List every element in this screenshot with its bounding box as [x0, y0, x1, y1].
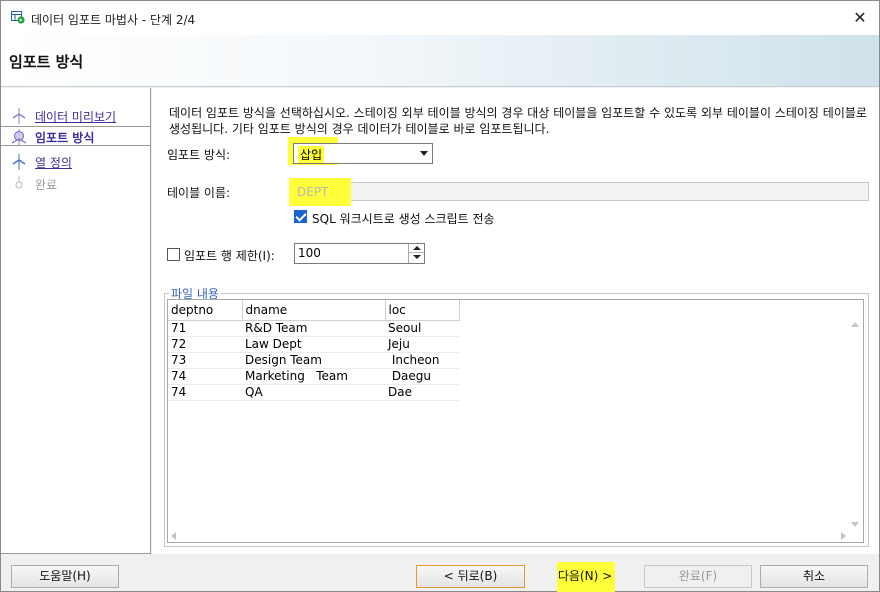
step-import-method[interactable]: 임포트 방식	[1, 126, 150, 146]
steps-panel: 데이터 미리보기 임포트 방식 열 정의 완료	[1, 88, 151, 554]
stepper-up-icon[interactable]	[409, 244, 424, 253]
table-cell: Seoul	[385, 320, 459, 337]
scroll-down-icon[interactable]	[851, 522, 859, 527]
stepper-buttons	[408, 244, 424, 263]
step-finish: 완료	[1, 174, 150, 194]
vertical-scrollbar[interactable]	[847, 300, 863, 532]
step-current-icon	[11, 129, 27, 145]
chevron-down-icon	[420, 151, 428, 156]
row-limit-stepper[interactable]: 100	[294, 243, 425, 264]
help-button[interactable]: 도움말(H)	[11, 565, 119, 588]
send-script-label[interactable]: SQL 워크시트로 생성 스크립트 전송	[312, 210, 495, 227]
table-row: 72 Law Dept Jeju	[168, 336, 459, 353]
description-text: 데이터 임포트 방식을 선택하십시오. 스테이징 외부 테이블 방식의 경우 대…	[169, 106, 867, 136]
table-name-field[interactable]: DEPT	[289, 178, 869, 206]
import-method-select[interactable]: 삽입	[293, 143, 433, 164]
column-header[interactable]: loc	[385, 300, 460, 321]
app-icon	[11, 11, 25, 24]
row-limit-label[interactable]: 임포트 행 제한(I):	[184, 247, 275, 264]
step-label: 완료	[35, 178, 58, 192]
column-header[interactable]: dname	[242, 300, 386, 321]
import-method-label: 임포트 방식:	[167, 148, 231, 162]
next-button[interactable]: 다음(N) >	[531, 565, 639, 588]
table-name-label: 테이블 이름:	[167, 186, 231, 200]
step-done-icon	[12, 108, 26, 124]
table-cell: Jeju	[385, 336, 459, 353]
table-name-value: DEPT	[297, 185, 329, 199]
title-bar: 데이터 임포트 마법사 - 단계 2/4 ✕	[1, 1, 879, 35]
table-cell: Marketing Team	[242, 368, 385, 385]
table-cell: Daegu	[385, 368, 459, 385]
cancel-button[interactable]: 취소	[760, 565, 868, 588]
table-cell: Dae	[385, 384, 459, 401]
table-header-row: deptno dname loc	[168, 300, 460, 321]
page-header: 임포트 방식	[1, 35, 879, 87]
back-button[interactable]: < 뒤로(B)	[416, 565, 525, 588]
table-row: 74 Marketing Team Daegu	[168, 368, 459, 385]
step-label[interactable]: 임포트 방식	[35, 129, 94, 146]
table-cell: Law Dept	[242, 336, 385, 353]
table-cell: 74	[168, 368, 242, 385]
page-title: 임포트 방식	[9, 53, 84, 71]
table-row: 71 R&D Team Seoul	[168, 320, 459, 337]
stepper-down-icon[interactable]	[409, 253, 424, 262]
table-cell: QA	[242, 384, 385, 401]
horizontal-scrollbar[interactable]	[168, 530, 848, 542]
table-row: 73 Design Team Incheon	[168, 352, 459, 369]
import-method-value: 삽입	[298, 146, 325, 163]
file-contents-group: 파일 내용 deptno dname loc 71 R&D Team Seoul…	[164, 285, 869, 547]
step-label[interactable]: 데이터 미리보기	[35, 108, 116, 125]
send-script-checkbox[interactable]	[294, 210, 307, 223]
step-column-definition[interactable]: 열 정의	[1, 152, 150, 172]
table-cell: Incheon	[385, 352, 459, 369]
step-label[interactable]: 열 정의	[35, 154, 72, 171]
window-title: 데이터 임포트 마법사 - 단계 2/4	[31, 13, 196, 27]
step-data-preview[interactable]: 데이터 미리보기	[1, 106, 150, 126]
table-cell: 72	[168, 336, 242, 353]
scroll-left-icon[interactable]	[171, 532, 176, 540]
file-contents-table: deptno dname loc 71 R&D Team Seoul 72 La…	[168, 300, 460, 401]
row-limit-value: 100	[298, 246, 321, 260]
finish-button: 완료(F)	[644, 565, 752, 588]
close-button[interactable]: ✕	[847, 5, 873, 31]
table-cell: 73	[168, 352, 242, 369]
table-row: 74 QA Dae	[168, 384, 459, 401]
file-contents-grid[interactable]: deptno dname loc 71 R&D Team Seoul 72 La…	[167, 299, 864, 543]
table-cell: 71	[168, 320, 242, 337]
step-disabled-icon	[15, 176, 23, 189]
row-limit-checkbox[interactable]	[167, 248, 180, 261]
step-pending-icon	[12, 154, 26, 170]
table-cell: R&D Team	[242, 320, 385, 337]
wizard-window: 데이터 임포트 마법사 - 단계 2/4 ✕ 임포트 방식 데이터 미리보기 임…	[0, 0, 880, 592]
table-cell: 74	[168, 384, 242, 401]
scroll-up-icon[interactable]	[851, 322, 859, 327]
main-content: 데이터 임포트 방식을 선택하십시오. 스테이징 외부 테이블 방식의 경우 대…	[152, 88, 879, 554]
scroll-right-icon[interactable]	[841, 532, 846, 540]
table-cell: Design Team	[242, 352, 385, 369]
column-header[interactable]: deptno	[168, 300, 243, 321]
